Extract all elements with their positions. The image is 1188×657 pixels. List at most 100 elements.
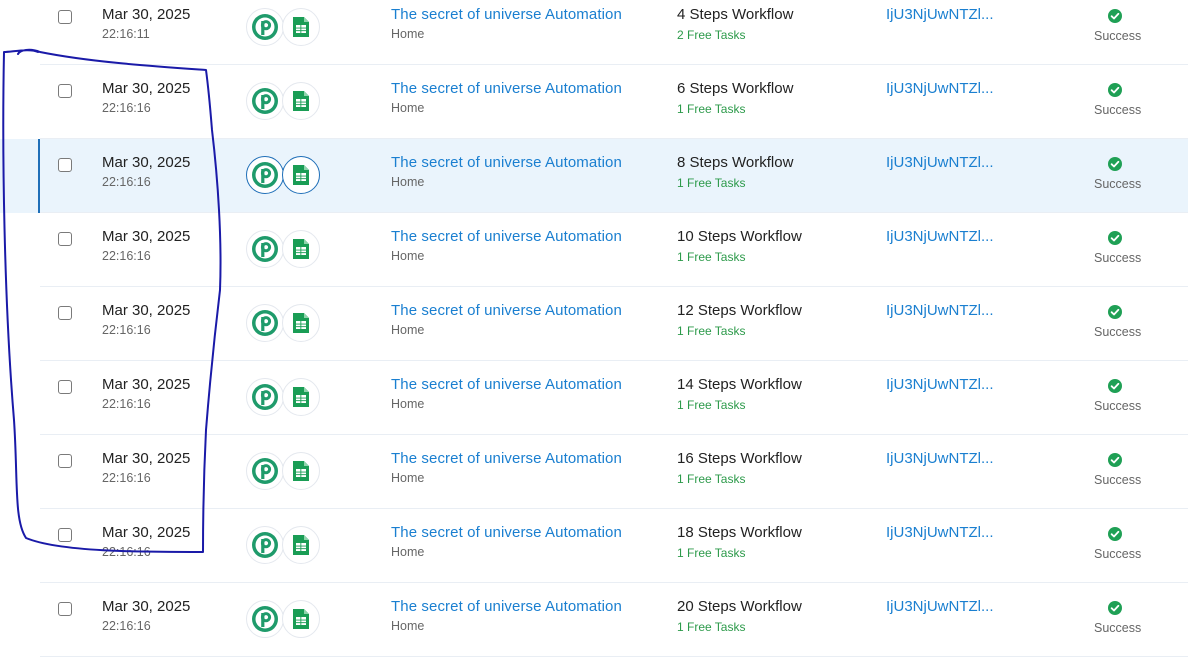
task-id-link[interactable]: IjU3NjUwNTZl...: [886, 154, 994, 171]
row-checkbox[interactable]: [58, 10, 72, 24]
free-tasks: 2 Free Tasks: [677, 28, 746, 42]
row-checkbox[interactable]: [58, 158, 72, 172]
pabbly-p-icon: [246, 600, 284, 638]
workflow-folder: Home: [391, 471, 425, 485]
row-time: 22:16:16: [102, 545, 151, 559]
table-row[interactable]: Mar 30, 2025 22:16:16 The secret of univ…: [0, 65, 1188, 139]
app-icons: [246, 230, 322, 270]
row-date: Mar 30, 2025: [102, 228, 191, 245]
google-sheets-icon: [282, 600, 320, 638]
workflow-steps: 10 Steps Workflow: [677, 228, 802, 245]
row-time: 22:16:16: [102, 619, 151, 633]
workflow-folder: Home: [391, 249, 425, 263]
app-icons: [246, 304, 322, 344]
app-icons: [246, 600, 322, 640]
row-time: 22:16:16: [102, 471, 151, 485]
workflow-name-link[interactable]: The secret of universe Automation: [391, 302, 622, 319]
workflow-steps: 6 Steps Workflow: [677, 80, 794, 97]
app-icons: [246, 526, 322, 566]
workflow-steps: 12 Steps Workflow: [677, 302, 802, 319]
check-circle-icon: [1108, 601, 1122, 615]
table-row[interactable]: Mar 30, 2025 22:16:16 The secret of univ…: [0, 583, 1188, 657]
table-row[interactable]: Mar 30, 2025 22:16:16 The secret of univ…: [0, 509, 1188, 583]
workflow-steps: 4 Steps Workflow: [677, 6, 794, 23]
row-date: Mar 30, 2025: [102, 598, 191, 615]
workflow-name-link[interactable]: The secret of universe Automation: [391, 376, 622, 393]
workflow-name-link[interactable]: The secret of universe Automation: [391, 598, 622, 615]
free-tasks: 1 Free Tasks: [677, 398, 746, 412]
task-id-link[interactable]: IjU3NjUwNTZl...: [886, 598, 994, 615]
free-tasks: 1 Free Tasks: [677, 546, 746, 560]
task-id-link[interactable]: IjU3NjUwNTZl...: [886, 80, 994, 97]
workflow-steps: 20 Steps Workflow: [677, 598, 802, 615]
table-row[interactable]: Mar 30, 2025 22:16:16 The secret of univ…: [0, 213, 1188, 287]
table-row[interactable]: Mar 30, 2025 22:16:11 The secret of univ…: [0, 0, 1188, 65]
workflow-steps: 14 Steps Workflow: [677, 376, 802, 393]
workflow-name-link[interactable]: The secret of universe Automation: [391, 450, 622, 467]
row-time: 22:16:11: [102, 27, 150, 41]
row-date: Mar 30, 2025: [102, 6, 191, 23]
workflow-folder: Home: [391, 323, 425, 337]
row-date: Mar 30, 2025: [102, 376, 191, 393]
pabbly-p-icon: [246, 8, 284, 46]
check-circle-icon: [1108, 231, 1122, 245]
row-time: 22:16:16: [102, 397, 151, 411]
status-label: Success: [1094, 251, 1142, 265]
workflow-name-link[interactable]: The secret of universe Automation: [391, 6, 622, 23]
status-label: Success: [1094, 29, 1142, 43]
status-label: Success: [1094, 325, 1142, 339]
row-checkbox[interactable]: [58, 454, 72, 468]
app-icons: [246, 452, 322, 492]
status-label: Success: [1094, 177, 1142, 191]
app-icons: [246, 156, 322, 196]
google-sheets-icon: [282, 304, 320, 342]
status-label: Success: [1094, 621, 1142, 635]
task-id-link[interactable]: IjU3NjUwNTZl...: [886, 228, 994, 245]
pabbly-p-icon: [246, 378, 284, 416]
google-sheets-icon: [282, 378, 320, 416]
free-tasks: 1 Free Tasks: [677, 102, 746, 116]
task-id-link[interactable]: IjU3NjUwNTZl...: [886, 524, 994, 541]
check-circle-icon: [1108, 379, 1122, 393]
table-row[interactable]: Mar 30, 2025 22:16:16 The secret of univ…: [0, 435, 1188, 509]
workflow-folder: Home: [391, 619, 425, 633]
pabbly-p-icon: [246, 82, 284, 120]
google-sheets-icon: [282, 82, 320, 120]
app-icons: [246, 378, 322, 418]
check-circle-icon: [1108, 157, 1122, 171]
check-circle-icon: [1108, 527, 1122, 541]
pabbly-p-icon: [246, 304, 284, 342]
row-checkbox[interactable]: [58, 380, 72, 394]
row-checkbox[interactable]: [58, 306, 72, 320]
row-date: Mar 30, 2025: [102, 80, 191, 97]
row-date: Mar 30, 2025: [102, 154, 191, 171]
pabbly-p-icon: [246, 230, 284, 268]
workflow-folder: Home: [391, 101, 425, 115]
status-label: Success: [1094, 547, 1142, 561]
workflow-name-link[interactable]: The secret of universe Automation: [391, 154, 622, 171]
row-checkbox[interactable]: [58, 528, 72, 542]
row-checkbox[interactable]: [58, 602, 72, 616]
google-sheets-icon: [282, 452, 320, 490]
task-id-link[interactable]: IjU3NjUwNTZl...: [886, 6, 994, 23]
workflow-folder: Home: [391, 397, 425, 411]
status-label: Success: [1094, 473, 1142, 487]
table-row[interactable]: Mar 30, 2025 22:16:16 The secret of univ…: [0, 361, 1188, 435]
row-checkbox[interactable]: [58, 232, 72, 246]
status-label: Success: [1094, 103, 1142, 117]
table-row[interactable]: Mar 30, 2025 22:16:16 The secret of univ…: [0, 287, 1188, 361]
workflow-folder: Home: [391, 27, 425, 41]
row-time: 22:16:16: [102, 323, 151, 337]
check-circle-icon: [1108, 305, 1122, 319]
check-circle-icon: [1108, 83, 1122, 97]
workflow-name-link[interactable]: The secret of universe Automation: [391, 228, 622, 245]
task-id-link[interactable]: IjU3NjUwNTZl...: [886, 302, 994, 319]
row-checkbox[interactable]: [58, 84, 72, 98]
table-row[interactable]: Mar 30, 2025 22:16:16 The secret of univ…: [0, 139, 1188, 213]
task-id-link[interactable]: IjU3NjUwNTZl...: [886, 450, 994, 467]
workflow-name-link[interactable]: The secret of universe Automation: [391, 80, 622, 97]
task-id-link[interactable]: IjU3NjUwNTZl...: [886, 376, 994, 393]
workflow-name-link[interactable]: The secret of universe Automation: [391, 524, 622, 541]
free-tasks: 1 Free Tasks: [677, 472, 746, 486]
selected-row-indicator: [38, 139, 40, 213]
